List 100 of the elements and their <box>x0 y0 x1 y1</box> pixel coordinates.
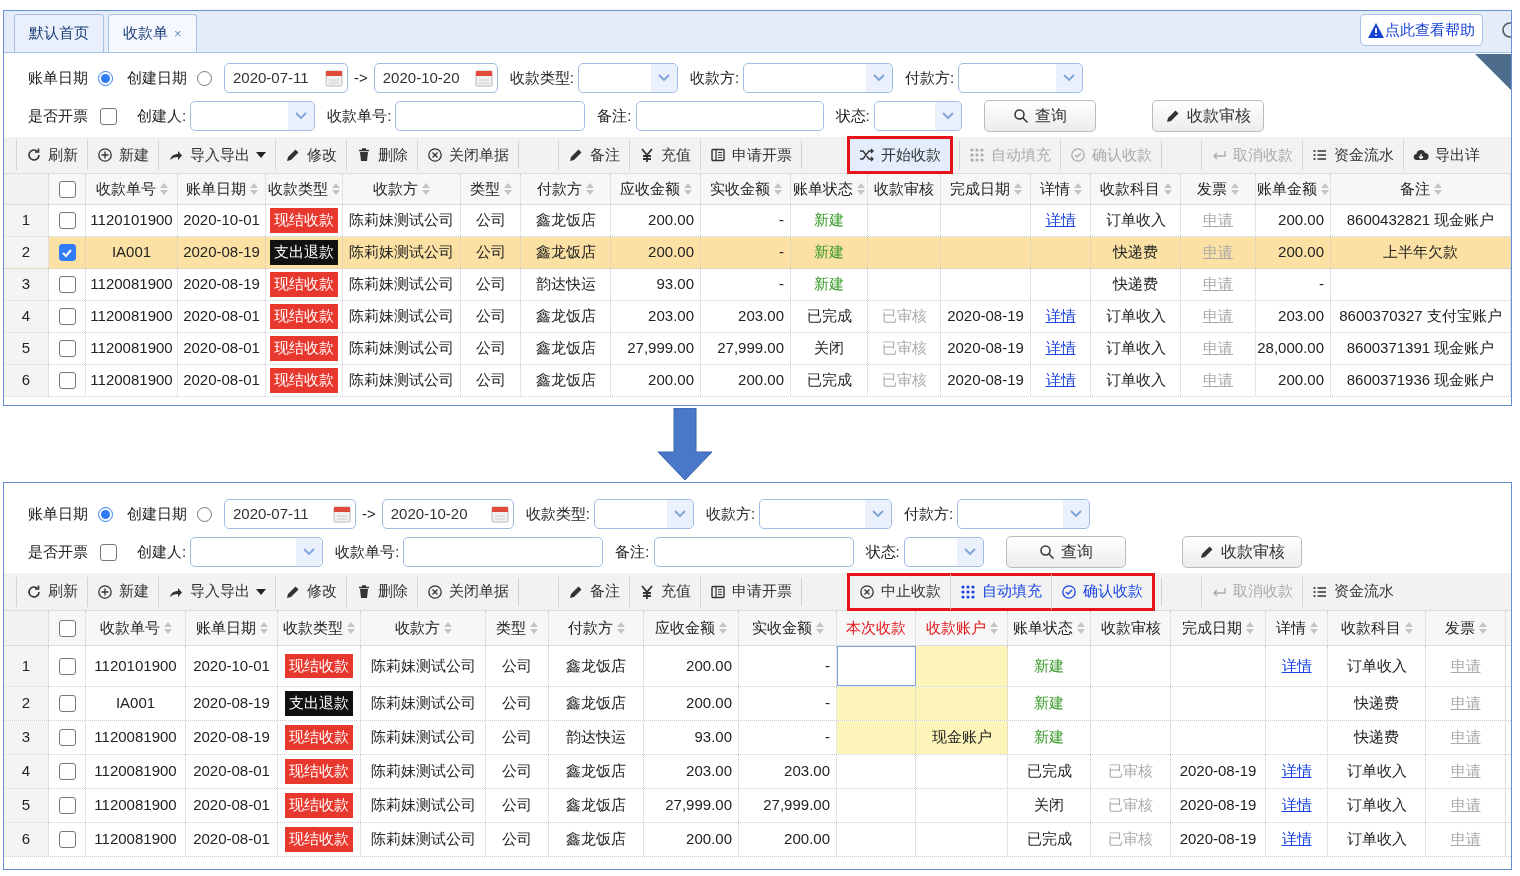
row-checkbox[interactable] <box>58 340 76 357</box>
column-header[interactable]: 收款科目 <box>1340 616 1413 640</box>
search-button[interactable]: 查询 <box>983 100 1096 132</box>
date-field[interactable]: 2020-10-20 <box>373 63 498 93</box>
input-field[interactable] <box>395 101 586 131</box>
sort-icon[interactable] <box>1013 183 1022 195</box>
editable-cell[interactable] <box>916 646 1008 686</box>
detail-link[interactable]: 详情 <box>1281 760 1312 783</box>
sort-icon[interactable] <box>1073 183 1082 195</box>
sort-icon[interactable] <box>163 622 172 634</box>
column-header[interactable]: 收款类型 <box>283 616 355 640</box>
sort-icon[interactable] <box>1433 183 1442 195</box>
help-button[interactable]: 点此查看帮助 <box>1360 14 1483 46</box>
toolbar-button[interactable]: 充值 <box>629 576 700 607</box>
sort-icon[interactable] <box>159 183 168 195</box>
column-header[interactable]: 类型 <box>496 616 538 640</box>
input-field[interactable] <box>635 101 824 131</box>
dropdown-field[interactable] <box>903 537 984 567</box>
review-button[interactable]: 收款审核 <box>1151 100 1264 132</box>
toolbar-button[interactable]: 修改 <box>275 140 346 170</box>
column-header[interactable]: 付款方 <box>537 177 594 201</box>
toolbar-button[interactable]: 修改 <box>275 576 346 607</box>
row-checkbox[interactable] <box>58 729 76 746</box>
column-header[interactable]: 实收金额 <box>751 616 824 640</box>
column-header[interactable]: 收款类型 <box>268 177 340 201</box>
sort-icon[interactable] <box>857 183 865 195</box>
toolbar-button[interactable]: 导入导出 <box>158 576 275 607</box>
row-checkbox[interactable] <box>58 831 76 848</box>
sort-icon[interactable] <box>683 183 692 195</box>
sort-icon[interactable] <box>815 622 824 634</box>
column-header[interactable]: 账单状态 <box>793 177 865 201</box>
sort-icon[interactable] <box>332 183 340 195</box>
column-header[interactable]: 详情 <box>1039 177 1082 201</box>
column-header[interactable]: 完成日期 <box>949 177 1022 201</box>
tab[interactable]: 收款单 × <box>108 14 197 52</box>
dropdown-field[interactable] <box>743 63 894 93</box>
toolbar-button[interactable]: 开始收款 <box>847 136 953 174</box>
table-row[interactable]: 1 1120101900 2020-10-01 现结收款 陈莉妹测试公司 公司 鑫龙饭店 200.00 - 新建 详情 订单收入 申请 200.00 8600432821 现金账户 <box>4 205 1511 237</box>
toolbar-button[interactable]: 备注 <box>558 140 629 170</box>
table-row[interactable]: 3 1120081900 2020-08-19 现结收款 陈莉妹测试公司 公司 韵达快运 93.00 - 现金账户 新建 快递费 申请 <box>4 721 1511 755</box>
toolbar-button[interactable]: 新建 <box>87 576 158 607</box>
sort-icon[interactable] <box>773 183 782 195</box>
column-header[interactable]: 本次收款 <box>846 616 906 640</box>
toolbar-button[interactable]: 导出详 <box>1403 140 1489 170</box>
column-header[interactable]: 收款科目 <box>1099 177 1172 201</box>
editable-cell[interactable] <box>837 721 916 754</box>
toolbar-button[interactable]: 关闭单据 <box>417 576 518 607</box>
search-button[interactable]: 查询 <box>1005 536 1126 568</box>
row-checkbox[interactable] <box>58 372 76 389</box>
row-checkbox[interactable] <box>58 244 76 261</box>
column-header[interactable]: 详情 <box>1275 616 1318 640</box>
row-checkbox[interactable] <box>58 212 76 229</box>
column-header[interactable]: 收款账户 <box>925 616 998 640</box>
table-row[interactable]: 1 1120101900 2020-10-01 现结收款 陈莉妹测试公司 公司 鑫龙饭店 200.00 - 新建 详情 订单收入 申请 <box>4 646 1511 687</box>
toolbar-button[interactable]: 刷新 <box>16 576 87 607</box>
column-header[interactable]: 应收金额 <box>619 177 692 201</box>
row-checkbox[interactable] <box>58 797 76 814</box>
input-field[interactable] <box>653 537 854 567</box>
toolbar-button[interactable]: 新建 <box>87 140 158 170</box>
sort-icon[interactable] <box>1246 622 1254 634</box>
column-header[interactable]: 类型 <box>469 177 512 201</box>
column-header[interactable]: 发票 <box>1444 616 1487 640</box>
sort-icon[interactable] <box>586 183 594 195</box>
column-header[interactable]: 收款单号 <box>99 616 172 640</box>
dropdown-field[interactable] <box>190 101 316 131</box>
table-row[interactable]: 4 1120081900 2020-08-01 现结收款 陈莉妹测试公司 公司 鑫龙饭店 203.00 203.00 已完成 已审核 2020-08-19 详情 订单收入 申请 203.00 8600370327 支付宝账户 <box>4 301 1511 333</box>
checkbox[interactable] <box>100 543 117 561</box>
dropdown-field[interactable] <box>190 537 324 567</box>
detail-link[interactable]: 详情 <box>1045 305 1076 328</box>
input-field[interactable] <box>837 646 916 686</box>
dropdown-field[interactable] <box>593 499 694 529</box>
toolbar-button[interactable]: 导入导出 <box>158 140 275 170</box>
select-all-checkbox[interactable] <box>58 619 76 637</box>
date-field[interactable]: 2020-07-11 <box>224 63 348 93</box>
detail-link[interactable]: 详情 <box>1045 337 1076 360</box>
dropdown-field[interactable] <box>577 63 678 93</box>
table-row[interactable]: 6 1120081900 2020-08-01 现结收款 陈莉妹测试公司 公司 鑫龙饭店 200.00 200.00 已完成 已审核 2020-08-19 详情 订单收入 申请 <box>4 823 1511 857</box>
row-checkbox[interactable] <box>58 308 76 325</box>
table-row[interactable]: 5 1120081900 2020-08-01 现结收款 陈莉妹测试公司 公司 鑫龙饭店 27,999.00 27,999.00 关闭 已审核 2020-08-19 详情 订单收入 申请 28,000.00 8600371391 现金账户 <box>4 333 1511 365</box>
table-row[interactable]: 2 IA001 2020-08-19 支出退款 陈莉妹测试公司 公司 鑫龙饭店 200.00 - 新建 快递费 申请 <box>4 687 1511 721</box>
column-header[interactable]: 发票 <box>1197 177 1239 201</box>
sort-icon[interactable] <box>422 183 430 195</box>
dropdown-field[interactable] <box>759 499 893 529</box>
editable-cell[interactable]: 现金账户 <box>916 721 1008 754</box>
toolbar-button[interactable]: 关闭单据 <box>417 140 518 170</box>
sort-icon[interactable] <box>989 622 998 634</box>
toolbar-button[interactable]: 删除 <box>346 576 417 607</box>
column-header[interactable]: 应收金额 <box>655 616 727 640</box>
editable-cell[interactable] <box>916 687 1008 720</box>
sort-icon[interactable] <box>616 622 625 634</box>
sort-icon[interactable] <box>530 622 538 634</box>
toolbar-button[interactable]: 申请开票 <box>700 140 801 170</box>
select-all-checkbox[interactable] <box>58 180 76 198</box>
column-header[interactable]: 付款方 <box>567 616 625 640</box>
dropdown-field[interactable] <box>958 63 1084 93</box>
table-row[interactable]: 5 1120081900 2020-08-01 现结收款 陈莉妹测试公司 公司 鑫龙饭店 27,999.00 27,999.00 关闭 已审核 2020-08-19 详情 订单收入 申请 <box>4 789 1511 823</box>
sort-icon[interactable] <box>1321 183 1329 195</box>
sort-icon[interactable] <box>443 622 452 634</box>
sort-icon[interactable] <box>249 183 258 195</box>
row-checkbox[interactable] <box>58 763 76 780</box>
